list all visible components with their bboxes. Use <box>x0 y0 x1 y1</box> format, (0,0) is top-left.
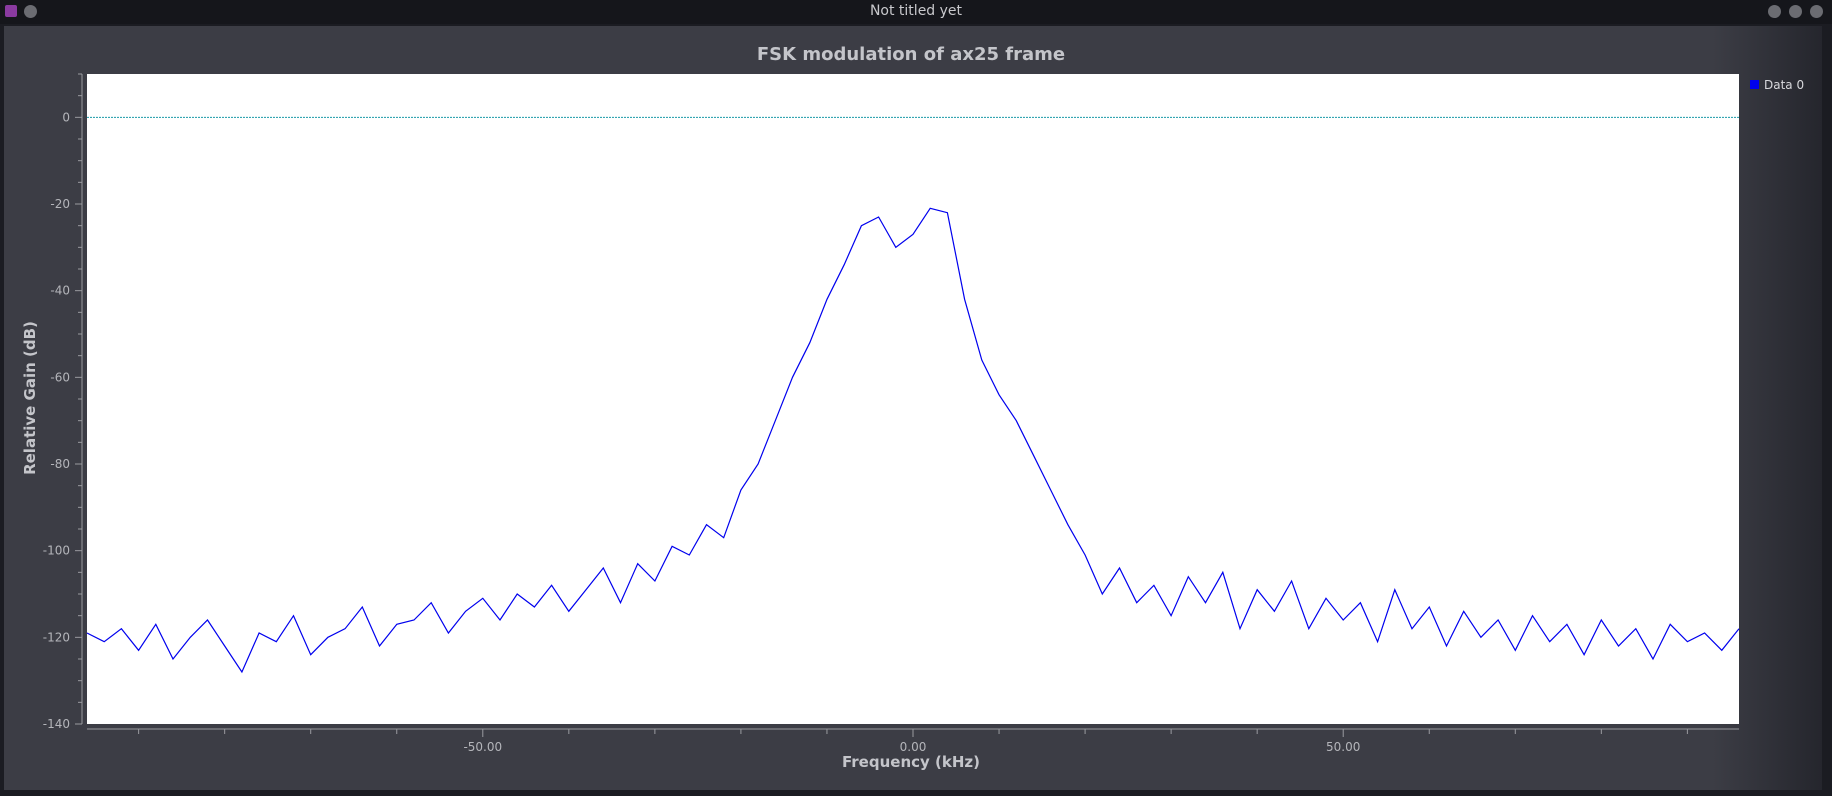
x-tick-label: 0.00 <box>900 740 927 754</box>
y-tick-label: -140 <box>43 717 70 731</box>
x-axis-label: Frequency (kHz) <box>842 753 980 771</box>
y-tick-label: 0 <box>62 110 70 124</box>
maximize-icon[interactable] <box>1789 5 1802 18</box>
y-tick-label: -120 <box>43 630 70 644</box>
legend[interactable]: Data 0 <box>1750 78 1804 92</box>
y-tick-label: -60 <box>50 370 70 384</box>
y-axis-label: Relative Gain (dB) <box>21 321 39 475</box>
application-window: Not titled yet FSK modulation of ax25 fr… <box>0 0 1832 796</box>
x-tick-label: -50.00 <box>463 740 502 754</box>
window-title: Not titled yet <box>869 3 963 19</box>
chart-title: FSK modulation of ax25 frame <box>757 44 1065 65</box>
y-tick-label: -20 <box>50 197 70 211</box>
legend-swatch-data-0 <box>1750 80 1759 89</box>
x-axis: -50.00 0.00 50.00 <box>87 728 1739 754</box>
minimize-icon[interactable] <box>1768 5 1781 18</box>
title-bar: Not titled yet <box>0 0 1832 24</box>
y-tick-label: -40 <box>50 284 70 298</box>
x-tick-label: 50.00 <box>1326 740 1360 754</box>
y-tick-label: -100 <box>43 544 70 558</box>
y-tick-label: -80 <box>50 457 70 471</box>
close-icon[interactable] <box>1810 5 1823 18</box>
y-axis: 0 -20 -40 -60 -80 -100 -120 -140 <box>43 73 83 731</box>
legend-label-data-0: Data 0 <box>1764 78 1804 92</box>
plot-panel: FSK modulation of ax25 frame 0 -20 -40 -60 -… <box>4 26 1822 790</box>
frequency-plot[interactable]: FSK modulation of ax25 frame 0 -20 -40 -60 -… <box>4 26 1822 790</box>
